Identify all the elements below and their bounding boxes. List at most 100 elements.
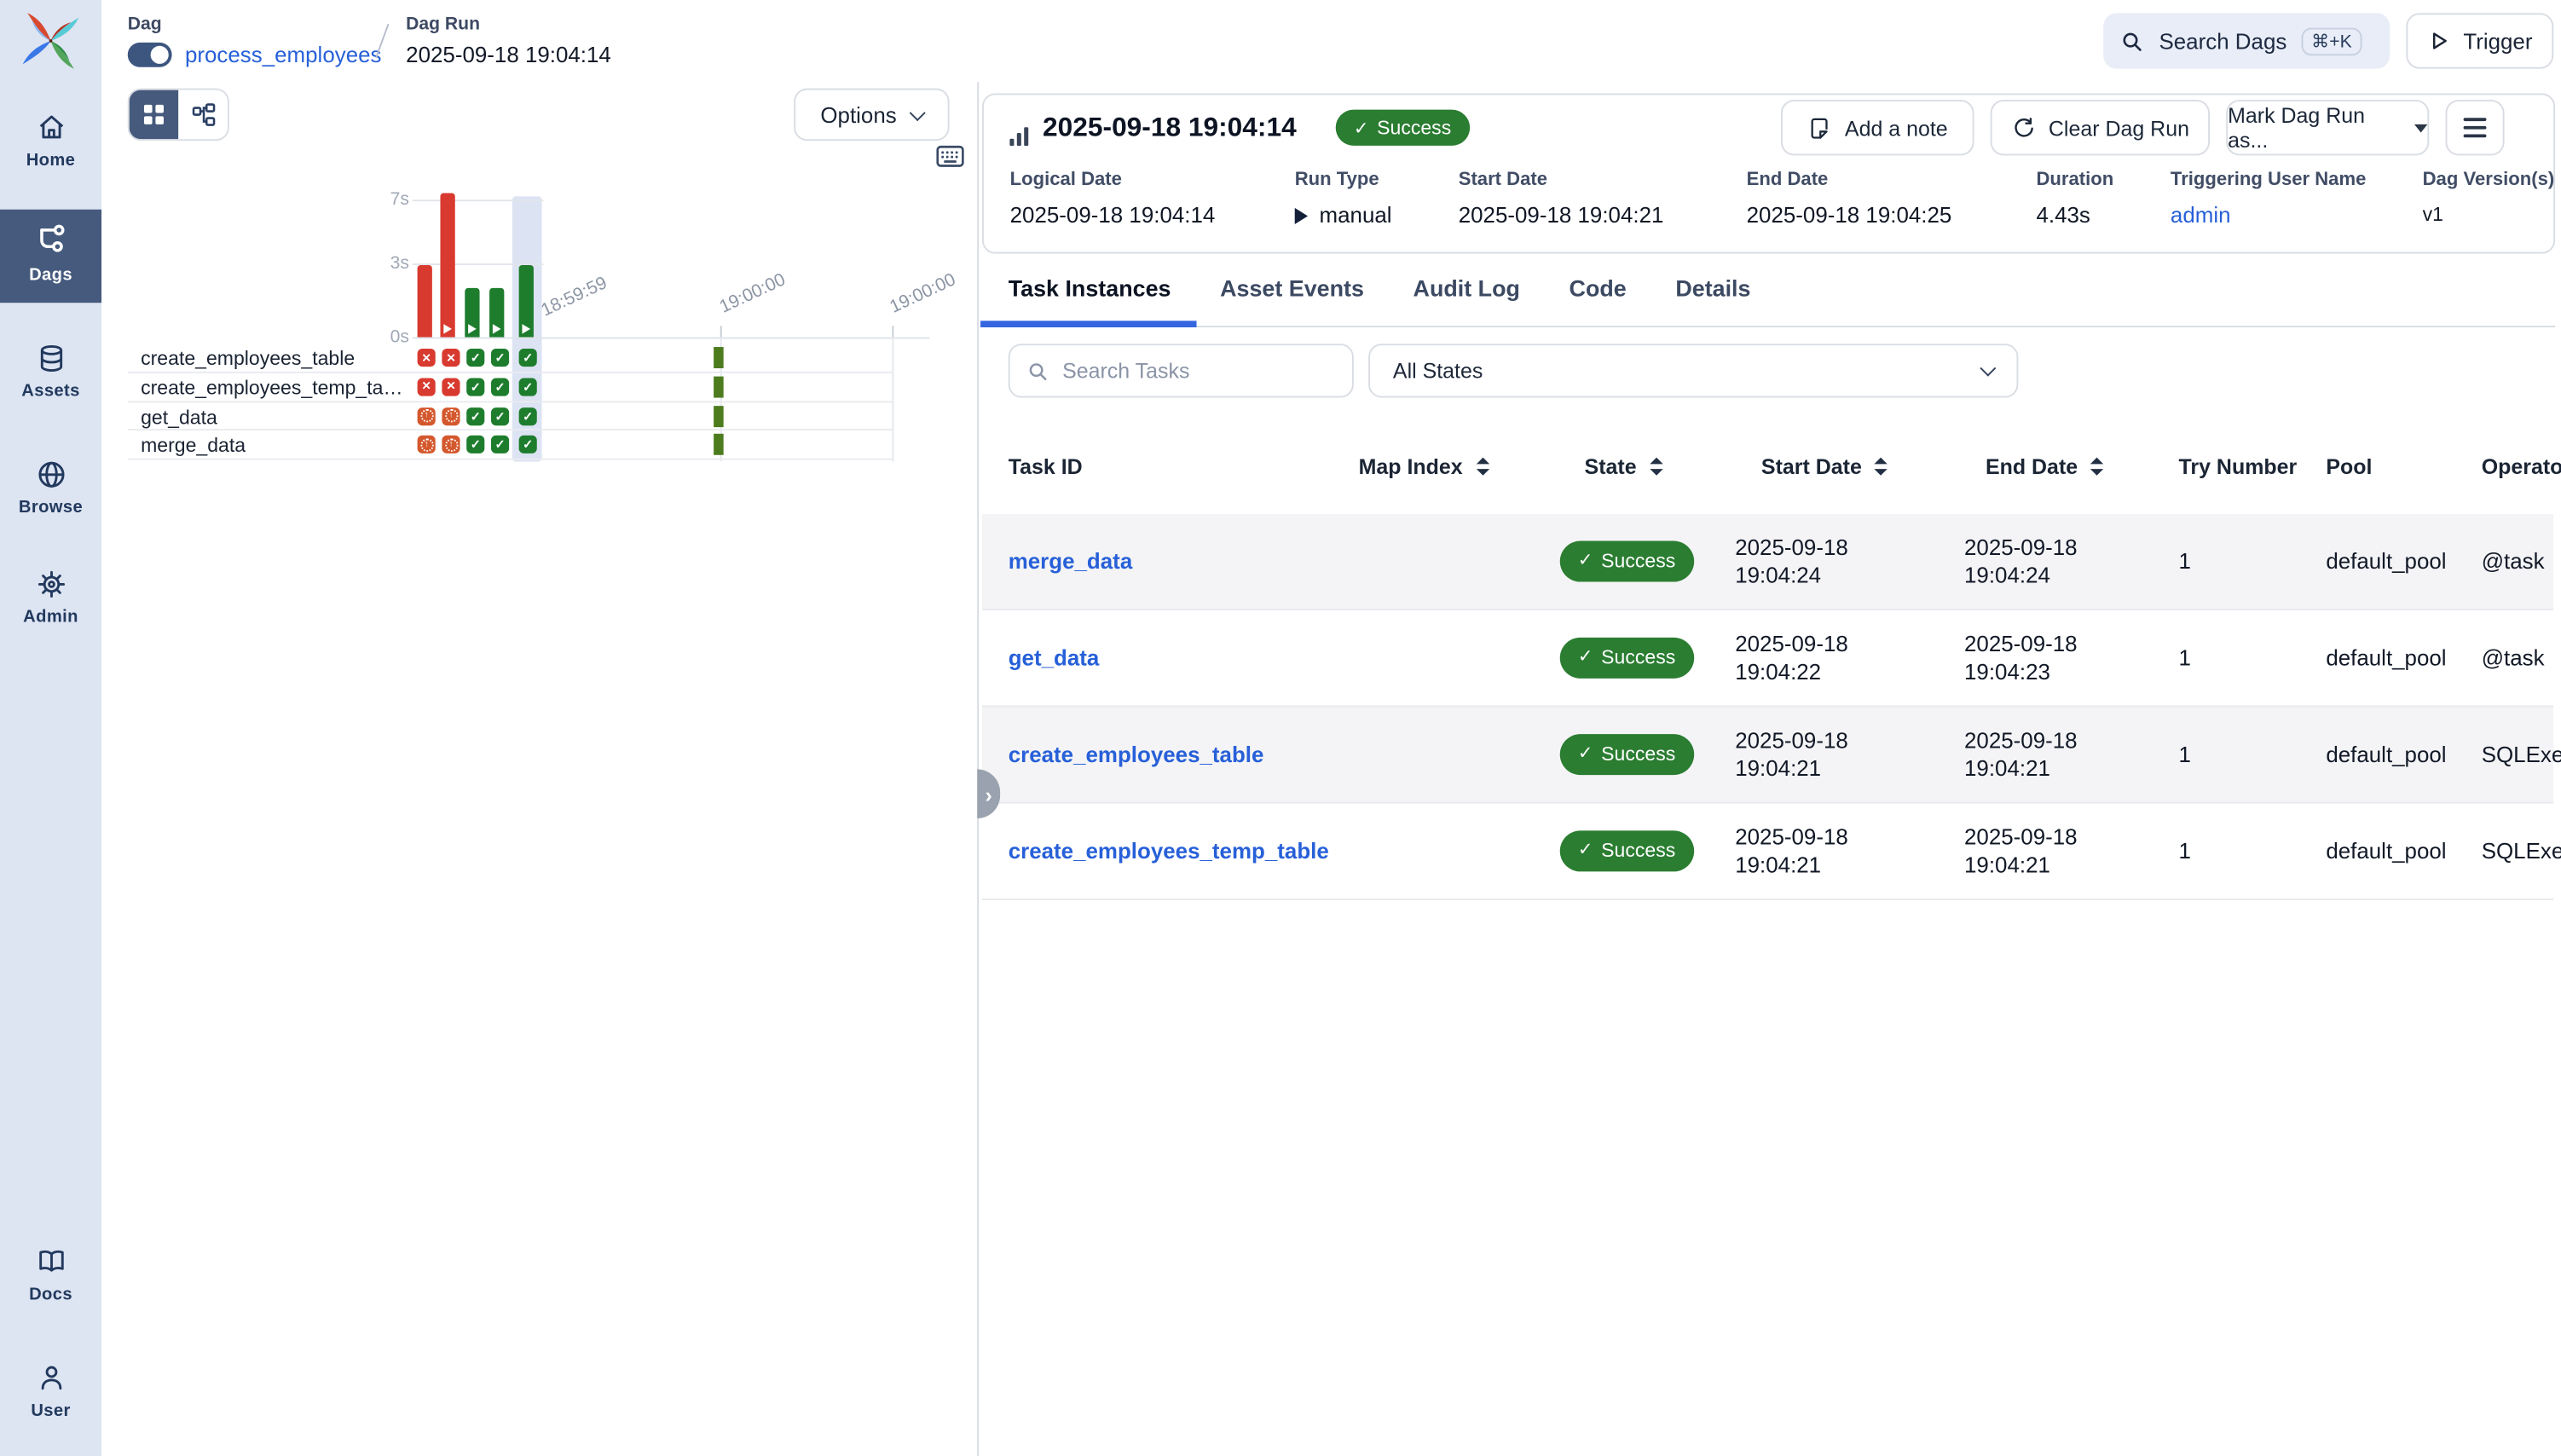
- dag-run-bar[interactable]: [440, 194, 454, 338]
- task-state-success-icon[interactable]: [466, 407, 484, 425]
- task-id-link[interactable]: create_employees_temp_table: [1009, 837, 1329, 865]
- state-cell: ✓Success: [1560, 541, 1694, 582]
- operator-cell: @task: [2482, 644, 2545, 673]
- menu-icon: [2464, 118, 2487, 137]
- col-task-id: Task ID: [1009, 454, 1083, 479]
- search-tasks-box: [1009, 344, 1354, 397]
- grid-task-label[interactable]: create_employees_temp_table: [141, 376, 409, 399]
- meta-run-type: Run Type manual: [1295, 170, 1392, 228]
- sidebar-item-home[interactable]: Home: [0, 105, 101, 170]
- dag-run-bar[interactable]: [465, 288, 479, 338]
- sort-icon[interactable]: [1650, 458, 1662, 475]
- grid-task-label[interactable]: merge_data: [141, 434, 246, 457]
- mark-dag-run-as-button[interactable]: Mark Dag Run as...: [2226, 100, 2429, 155]
- tab-asset-events[interactable]: Asset Events: [1220, 275, 1364, 325]
- sidebar-item-user[interactable]: User: [0, 1355, 101, 1421]
- tab-code[interactable]: Code: [1570, 275, 1627, 325]
- sort-icon[interactable]: [1476, 458, 1489, 475]
- sort-icon[interactable]: [1875, 458, 1888, 475]
- note-icon: [1807, 115, 1832, 140]
- task-state-upstream_failed-icon[interactable]: ↑: [418, 407, 436, 425]
- tab-audit-log[interactable]: Audit Log: [1413, 275, 1520, 325]
- run-menu-button[interactable]: [2445, 100, 2504, 155]
- task-state-failed-icon[interactable]: [442, 378, 460, 396]
- options-label: Options: [820, 102, 896, 127]
- airflow-logo[interactable]: [20, 10, 82, 72]
- docs-icon: [33, 1245, 67, 1278]
- sidebar-item-dags[interactable]: Dags: [0, 210, 101, 303]
- sidebar-item-browse[interactable]: Browse: [0, 452, 101, 517]
- task-state-success-icon[interactable]: [466, 436, 484, 454]
- admin-icon: [33, 568, 67, 600]
- gantt-mini-bar[interactable]: [714, 376, 724, 397]
- tab-task-instances[interactable]: Task Instances: [1009, 275, 1171, 325]
- task-state-success-icon[interactable]: [519, 378, 537, 396]
- manual-run-play-icon: [492, 324, 500, 334]
- caret-down-icon: [2414, 124, 2427, 132]
- table-row: get_data✓Success2025-09-18 19:04:222025-…: [982, 610, 2553, 707]
- search-dags-button[interactable]: Search Dags ⌘+K: [2103, 13, 2390, 68]
- dag-run-bar[interactable]: [489, 288, 504, 338]
- run-title: 2025-09-18 19:04:14: [1043, 113, 1297, 143]
- task-state-success-icon[interactable]: [519, 436, 537, 454]
- sidebar-item-assets[interactable]: Assets: [0, 336, 101, 402]
- state-filter-select[interactable]: All States: [1368, 344, 2018, 397]
- up-arrow-icon: ↑: [444, 409, 457, 422]
- task-state-success-icon[interactable]: [466, 349, 484, 367]
- gantt-mini-bar[interactable]: [714, 434, 724, 455]
- grid-view-button[interactable]: [130, 90, 179, 140]
- task-state-success-icon[interactable]: [491, 378, 509, 396]
- task-state-failed-icon[interactable]: [442, 349, 460, 367]
- task-state-upstream_failed-icon[interactable]: ↑: [418, 436, 436, 454]
- options-button[interactable]: Options: [794, 89, 949, 141]
- sidebar-item-admin[interactable]: Admin: [0, 562, 101, 627]
- x-axis-tick-label: 19:00:00: [717, 270, 789, 318]
- gantt-mini-bar[interactable]: [714, 405, 724, 426]
- table-row: merge_data✓Success2025-09-18 19:04:24202…: [982, 514, 2553, 610]
- dag-run-bar[interactable]: [519, 265, 534, 337]
- col-pool: Pool: [2326, 454, 2372, 479]
- task-state-success-icon[interactable]: [491, 436, 509, 454]
- dag-run-bar[interactable]: [418, 265, 432, 337]
- sort-icon[interactable]: [2091, 458, 2104, 475]
- triggering-user-link[interactable]: admin: [2171, 203, 2366, 228]
- refresh-icon: [2011, 115, 2036, 140]
- run-tabs: Task Instances Asset Events Audit Log Co…: [1009, 275, 1751, 325]
- pool-cell: default_pool: [2326, 837, 2446, 865]
- graph-view-button[interactable]: [178, 90, 228, 140]
- task-state-failed-icon[interactable]: [418, 349, 436, 367]
- task-state-upstream_failed-icon[interactable]: ↑: [442, 436, 460, 454]
- grid-task-label[interactable]: create_employees_table: [141, 347, 355, 370]
- task-state-success-icon[interactable]: [519, 407, 537, 425]
- trigger-button[interactable]: Trigger: [2406, 13, 2553, 68]
- task-id-link[interactable]: create_employees_table: [1009, 741, 1329, 769]
- task-state-success-icon[interactable]: [466, 378, 484, 396]
- search-tasks-input[interactable]: [1062, 358, 1308, 383]
- breadcrumb-dag-name-link[interactable]: process_employees: [185, 43, 382, 67]
- sidebar-item-label: User: [31, 1401, 70, 1421]
- task-state-failed-icon[interactable]: [418, 378, 436, 396]
- gantt-mini-bar[interactable]: [714, 347, 724, 368]
- task-state-success-icon[interactable]: [519, 349, 537, 367]
- task-id-link[interactable]: get_data: [1009, 644, 1329, 673]
- check-icon: ✓: [1578, 837, 1593, 865]
- browse-icon: [33, 459, 67, 491]
- x-axis-line: [413, 338, 930, 339]
- tab-details[interactable]: Details: [1675, 275, 1750, 325]
- task-state-success-icon[interactable]: [491, 407, 509, 425]
- keyboard-shortcuts-icon[interactable]: [936, 144, 964, 169]
- operator-cell: @task: [2482, 547, 2545, 575]
- up-arrow-icon: ↑: [419, 409, 432, 422]
- check-icon: ✓: [1578, 741, 1593, 769]
- dag-pause-toggle[interactable]: [128, 43, 172, 67]
- search-dags-label: Search Dags: [2159, 29, 2286, 54]
- grid-task-label[interactable]: get_data: [141, 405, 217, 428]
- task-state-upstream_failed-icon[interactable]: ↑: [442, 407, 460, 425]
- clear-dag-run-button[interactable]: Clear Dag Run: [1991, 100, 2210, 155]
- task-id-link[interactable]: merge_data: [1009, 547, 1329, 575]
- active-tab-underline: [980, 321, 1196, 326]
- sidebar-item-docs[interactable]: Docs: [0, 1239, 101, 1304]
- meta-triggering-user: Triggering User Name admin: [2171, 170, 2366, 228]
- add-note-button[interactable]: Add a note: [1781, 100, 1974, 155]
- task-state-success-icon[interactable]: [491, 349, 509, 367]
